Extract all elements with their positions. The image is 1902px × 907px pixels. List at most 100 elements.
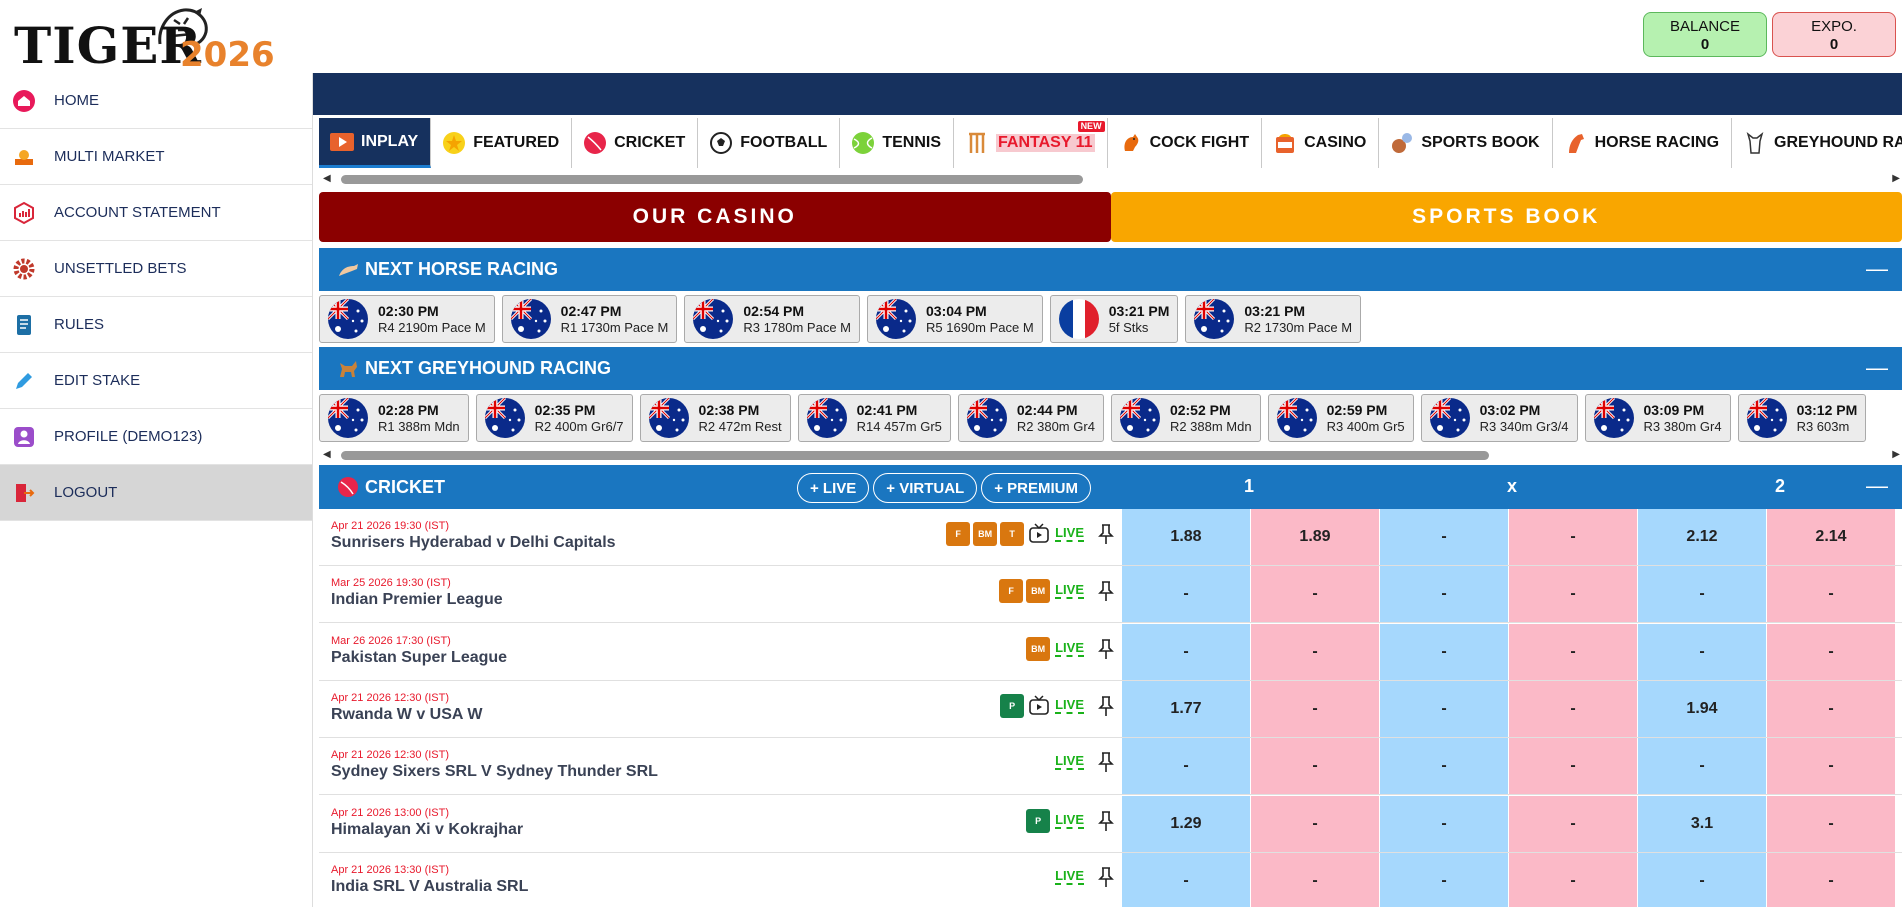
match-name[interactable]: Rwanda W v USA W: [331, 705, 482, 725]
back-odds-cell[interactable]: 1.29: [1122, 795, 1251, 852]
pin-icon[interactable]: [1096, 751, 1116, 773]
lay-odds-cell[interactable]: -: [1509, 795, 1638, 852]
race-card[interactable]: 03:09 PM R3 380m Gr4: [1584, 394, 1731, 442]
filter-virtual-button[interactable]: + VIRTUAL: [873, 473, 978, 503]
race-card[interactable]: 03:21 PM 5f Stks: [1049, 295, 1179, 343]
back-odds-cell[interactable]: 1.88: [1122, 509, 1251, 565]
match-name[interactable]: Sydney Sixers SRL V Sydney Thunder SRL: [331, 762, 658, 782]
filter-live-button[interactable]: + LIVE: [797, 473, 870, 503]
back-odds-cell[interactable]: 1.77: [1122, 680, 1251, 737]
back-odds-cell[interactable]: 3.1: [1638, 795, 1767, 852]
pin-icon[interactable]: [1096, 638, 1116, 660]
lay-odds-cell[interactable]: -: [1767, 852, 1896, 907]
match-info[interactable]: Apr 21 2026 12:30 (IST) Rwanda W v USA W: [331, 692, 482, 725]
race-card[interactable]: 02:28 PM R1 388m Mdn: [319, 394, 469, 442]
back-odds-cell[interactable]: -: [1638, 852, 1767, 907]
lay-odds-cell[interactable]: -: [1251, 680, 1380, 737]
back-odds-cell[interactable]: 2.12: [1638, 509, 1767, 565]
race-card[interactable]: 03:04 PM R5 1690m Pace M: [867, 295, 1043, 343]
back-odds-cell[interactable]: -: [1122, 623, 1251, 680]
match-name[interactable]: Himalayan Xi v Kokrajhar: [331, 820, 523, 840]
pin-icon[interactable]: [1096, 580, 1116, 602]
collapse-icon[interactable]: —: [1866, 256, 1888, 282]
match-row[interactable]: Apr 21 2026 13:30 (IST) India SRL V Austr…: [319, 852, 1902, 907]
race-card[interactable]: 02:44 PM R2 380m Gr4: [957, 394, 1104, 442]
match-info[interactable]: Mar 25 2026 19:30 (IST) Indian Premier Le…: [331, 577, 503, 610]
race-card[interactable]: 03:21 PM R2 1730m Pace M: [1185, 295, 1362, 343]
match-name[interactable]: India SRL V Australia SRL: [331, 877, 528, 897]
tab-tennis[interactable]: TENNIS: [840, 118, 954, 168]
race-card[interactable]: 03:02 PM R3 340m Gr3/4: [1420, 394, 1578, 442]
filter-premium-button[interactable]: + PREMIUM: [981, 473, 1091, 503]
greyhound-scrollbar[interactable]: ◀ ▶: [313, 447, 1902, 461]
scroll-right-icon[interactable]: ▶: [1892, 173, 1900, 184]
scroll-left-icon[interactable]: ◀: [323, 449, 331, 460]
logo[interactable]: TIGER 2026: [14, 6, 275, 74]
collapse-icon[interactable]: —: [1866, 355, 1888, 381]
match-row[interactable]: Apr 21 2026 12:30 (IST) Sydney Sixers SRL…: [319, 738, 1902, 796]
lay-odds-cell[interactable]: -: [1509, 738, 1638, 795]
race-card[interactable]: 02:52 PM R2 388m Mdn: [1110, 394, 1261, 442]
lay-odds-cell[interactable]: -: [1251, 795, 1380, 852]
tv-icon[interactable]: [1028, 695, 1050, 717]
tab-sports-book[interactable]: SPORTS BOOK: [1379, 118, 1553, 168]
back-odds-cell[interactable]: -: [1380, 852, 1509, 907]
balance-box[interactable]: BALANCE 0: [1643, 12, 1767, 57]
match-info[interactable]: Apr 21 2026 13:30 (IST) India SRL V Austr…: [331, 864, 528, 897]
sidebar-item-edit-stake[interactable]: EDIT STAKE: [0, 353, 312, 409]
back-odds-cell[interactable]: -: [1638, 738, 1767, 795]
sidebar-item-unsettled-bets[interactable]: UNSETTLED BETS: [0, 241, 312, 297]
race-card[interactable]: 02:47 PM R1 1730m Pace M: [501, 295, 678, 343]
collapse-icon[interactable]: —: [1866, 473, 1888, 499]
match-info[interactable]: Mar 26 2026 17:30 (IST) Pakistan Super Le…: [331, 635, 507, 668]
race-card[interactable]: 02:30 PM R4 2190m Pace M: [319, 295, 495, 343]
tab-featured[interactable]: FEATURED: [431, 118, 573, 168]
tab-greyhound-racing[interactable]: GREYHOUND RACING: [1732, 118, 1902, 168]
lay-odds-cell[interactable]: -: [1251, 738, 1380, 795]
lay-odds-cell[interactable]: -: [1767, 680, 1896, 737]
lay-odds-cell[interactable]: -: [1509, 680, 1638, 737]
lay-odds-cell[interactable]: -: [1767, 623, 1896, 680]
match-name[interactable]: Pakistan Super League: [331, 648, 507, 668]
match-row[interactable]: Apr 21 2026 12:30 (IST) Rwanda W v USA W P…: [319, 680, 1902, 738]
back-odds-cell[interactable]: -: [1638, 623, 1767, 680]
match-row[interactable]: Mar 25 2026 19:30 (IST) Indian Premier Le…: [319, 566, 1902, 624]
back-odds-cell[interactable]: 1.94: [1638, 680, 1767, 737]
tab-fantasy-11[interactable]: FANTASY 11 NEW: [954, 118, 1108, 168]
race-card[interactable]: 02:38 PM R2 472m Rest: [639, 394, 791, 442]
match-info[interactable]: Apr 21 2026 19:30 (IST) Sunrisers Hyderab…: [331, 520, 616, 553]
match-info[interactable]: Apr 21 2026 12:30 (IST) Sydney Sixers SRL…: [331, 749, 658, 782]
tabs-scrollbar[interactable]: ◀ ▶: [313, 171, 1902, 185]
back-odds-cell[interactable]: -: [1380, 623, 1509, 680]
back-odds-cell[interactable]: -: [1380, 795, 1509, 852]
race-card[interactable]: 02:35 PM R2 400m Gr6/7: [475, 394, 633, 442]
scrollbar-thumb[interactable]: [341, 175, 1083, 184]
sidebar-item-account-statement[interactable]: ACCOUNT STATEMENT: [0, 185, 312, 241]
race-card[interactable]: 03:12 PM R3 603m: [1737, 394, 1867, 442]
match-info[interactable]: Apr 21 2026 13:00 (IST) Himalayan Xi v Ko…: [331, 807, 523, 840]
tab-cricket[interactable]: CRICKET: [572, 118, 699, 168]
match-row[interactable]: Apr 21 2026 19:30 (IST) Sunrisers Hyderab…: [319, 509, 1902, 566]
our-casino-button[interactable]: OUR CASINO: [319, 192, 1111, 242]
lay-odds-cell[interactable]: -: [1509, 509, 1638, 565]
sidebar-item-rules[interactable]: RULES: [0, 297, 312, 353]
lay-odds-cell[interactable]: -: [1509, 566, 1638, 623]
lay-odds-cell[interactable]: -: [1251, 852, 1380, 907]
race-card[interactable]: 02:59 PM R3 400m Gr5: [1267, 394, 1414, 442]
match-row[interactable]: Mar 26 2026 17:30 (IST) Pakistan Super Le…: [319, 623, 1902, 681]
lay-odds-cell[interactable]: -: [1767, 738, 1896, 795]
exposure-box[interactable]: EXPO. 0: [1772, 12, 1896, 57]
lay-odds-cell[interactable]: -: [1251, 566, 1380, 623]
back-odds-cell[interactable]: -: [1380, 680, 1509, 737]
back-odds-cell[interactable]: -: [1380, 566, 1509, 623]
scroll-left-icon[interactable]: ◀: [323, 173, 331, 184]
match-row[interactable]: Apr 21 2026 13:00 (IST) Himalayan Xi v Ko…: [319, 795, 1902, 853]
pin-icon[interactable]: [1096, 695, 1116, 717]
scroll-right-icon[interactable]: ▶: [1892, 449, 1900, 460]
sidebar-item-multi-market[interactable]: MULTI MARKET: [0, 129, 312, 185]
tab-inplay[interactable]: INPLAY: [319, 118, 432, 168]
greyhound-racing-header[interactable]: NEXT GREYHOUND RACING —: [319, 347, 1902, 390]
lay-odds-cell[interactable]: -: [1767, 795, 1896, 852]
sidebar-item-logout[interactable]: LOGOUT: [0, 465, 312, 521]
lay-odds-cell[interactable]: -: [1251, 623, 1380, 680]
